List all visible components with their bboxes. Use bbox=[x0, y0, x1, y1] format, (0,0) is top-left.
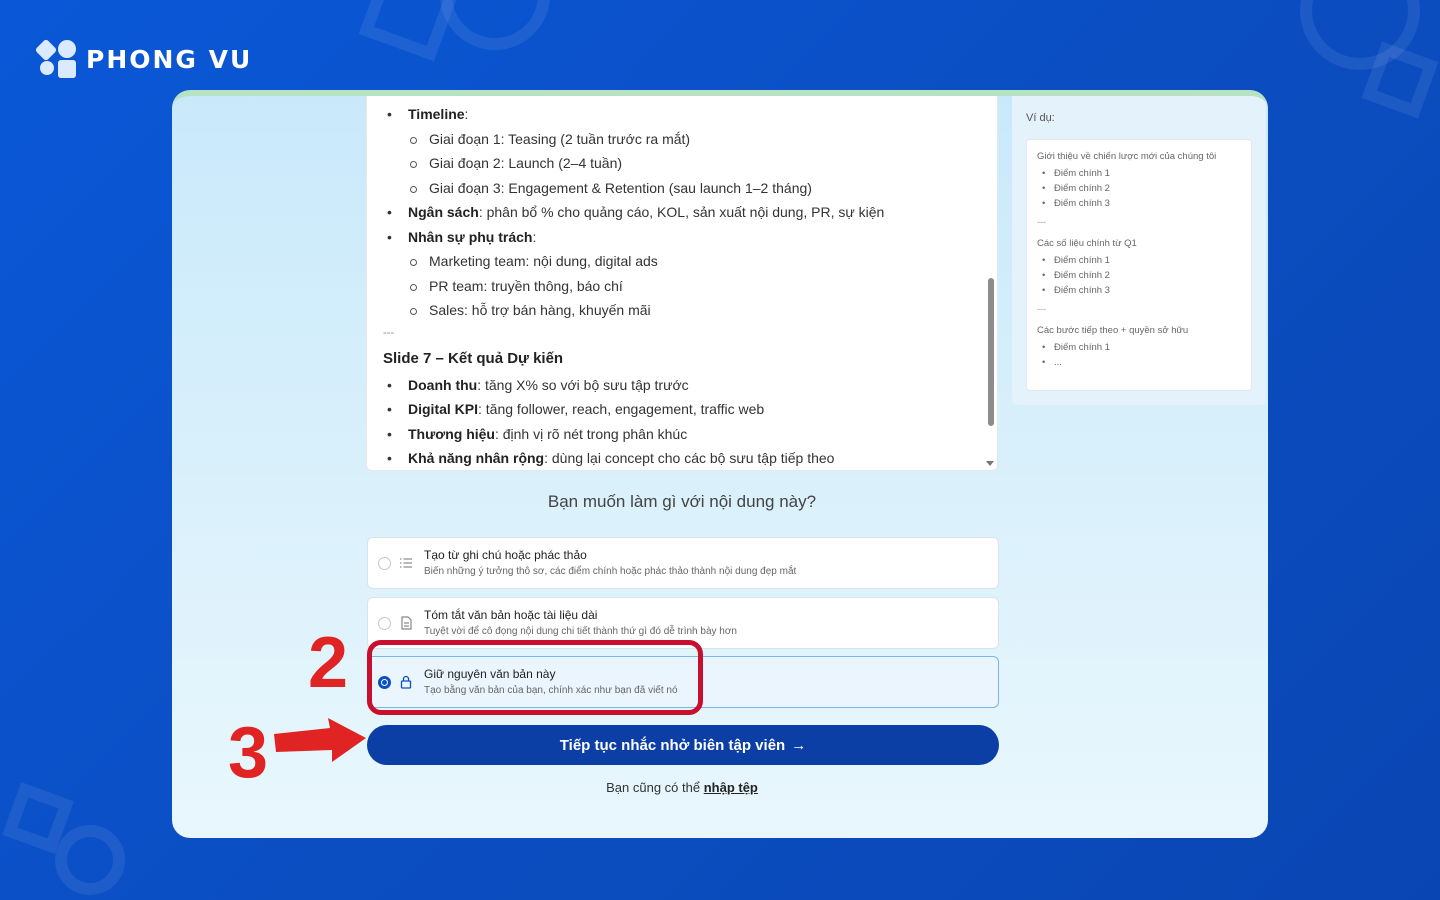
separator: --- bbox=[1037, 304, 1046, 314]
example-item: Điểm chính 1 bbox=[1037, 253, 1251, 268]
import-file-hint: Bạn cũng có thể nhập tệp bbox=[606, 780, 758, 795]
background-circle bbox=[55, 825, 125, 895]
list-item: Doanh thu: tăng X% so với bộ sưu tập trư… bbox=[383, 373, 997, 398]
example-heading: Các số liệu chính từ Q1 bbox=[1037, 238, 1137, 249]
list-item: Ngân sách: phân bổ % cho quảng cáo, KOL,… bbox=[383, 200, 997, 225]
list-item: Nhân sự phụ trách: bbox=[383, 225, 997, 250]
question-heading: Bạn muốn làm gì với nội dung này? bbox=[547, 492, 817, 511]
example-heading: Giới thiệu về chiến lược mới của chúng t… bbox=[1037, 151, 1217, 162]
example-box: Giới thiệu về chiến lược mới của chúng t… bbox=[1026, 139, 1252, 391]
example-item: Điểm chính 1 bbox=[1037, 340, 1251, 355]
example-item: ... bbox=[1037, 355, 1251, 370]
logo-icon bbox=[34, 38, 78, 78]
scroll-down-icon[interactable] bbox=[986, 461, 994, 466]
highlight-box bbox=[367, 640, 703, 715]
sub-list-item: PR team: truyền thông, báo chí bbox=[383, 274, 997, 299]
option-description: Biến những ý tưởng thô sơ, các điểm chín… bbox=[424, 566, 797, 577]
radio-button[interactable] bbox=[378, 557, 391, 570]
example-label: Ví dụ: bbox=[1026, 112, 1055, 124]
background-circle bbox=[440, 0, 550, 50]
option-title: Tóm tắt văn bản hoặc tài liệu dài bbox=[424, 608, 598, 622]
step-2-marker: 2 bbox=[308, 623, 349, 703]
sub-list-item: Sales: hỗ trợ bán hàng, khuyến mãi bbox=[383, 298, 997, 323]
background-square bbox=[358, 0, 462, 62]
sub-list-item: Giai đoạn 2: Launch (2–4 tuần) bbox=[383, 151, 997, 176]
scrollbar-thumb[interactable] bbox=[988, 278, 994, 426]
example-heading: Các bước tiếp theo + quyền sở hữu bbox=[1037, 325, 1189, 336]
option-title: Tạo từ ghi chú hoặc phác thảo bbox=[424, 548, 587, 562]
slide-heading: Slide 7 – Kết quả Dự kiến bbox=[383, 349, 564, 367]
list-icon bbox=[400, 558, 412, 568]
option-generate-from-notes[interactable]: Tạo từ ghi chú hoặc phác thảo Biến những… bbox=[367, 537, 999, 589]
list-item: Khả năng nhân rộng: dùng lại concept cho… bbox=[383, 446, 997, 470]
sub-list-item: Giai đoạn 1: Teasing (2 tuần trước ra mắ… bbox=[383, 127, 997, 152]
content-editor[interactable]: Timeline: Giai đoạn 1: Teasing (2 tuần t… bbox=[366, 96, 998, 471]
document-icon bbox=[401, 616, 412, 630]
brand-logo: PHONG VU bbox=[34, 38, 253, 78]
arrow-right-icon: → bbox=[791, 736, 807, 754]
list-item: Thương hiệu: định vị rõ nét trong phân k… bbox=[383, 422, 997, 447]
example-item: Điểm chính 2 bbox=[1037, 268, 1251, 283]
list-item: Digital KPI: tăng follower, reach, engag… bbox=[383, 397, 997, 422]
example-item: Điểm chính 3 bbox=[1037, 196, 1251, 211]
arrow-annotation-icon bbox=[274, 718, 366, 762]
sub-list-item: Giai đoạn 3: Engagement & Retention (sau… bbox=[383, 176, 997, 201]
brand-name: PHONG VU bbox=[86, 44, 253, 74]
example-panel: Ví dụ: Giới thiệu về chiến lược mới của … bbox=[1012, 96, 1266, 405]
list-item: Timeline: bbox=[383, 102, 997, 127]
example-item: Điểm chính 3 bbox=[1037, 283, 1251, 298]
radio-button[interactable] bbox=[378, 617, 391, 630]
sub-list-item: Marketing team: nội dung, digital ads bbox=[383, 249, 997, 274]
continue-button[interactable]: Tiếp tục nhắc nhở biên tập viên → bbox=[367, 725, 999, 765]
example-item: Điểm chính 1 bbox=[1037, 166, 1251, 181]
option-description: Tuyệt vời để cô đọng nội dung chi tiết t… bbox=[424, 626, 737, 637]
example-item: Điểm chính 2 bbox=[1037, 181, 1251, 196]
separator: --- bbox=[383, 326, 394, 339]
continue-button-label: Tiếp tục nhắc nhở biên tập viên bbox=[559, 736, 786, 754]
separator: --- bbox=[1037, 217, 1046, 227]
step-3-marker: 3 bbox=[228, 713, 269, 793]
import-file-link[interactable]: nhập tệp bbox=[704, 780, 758, 795]
